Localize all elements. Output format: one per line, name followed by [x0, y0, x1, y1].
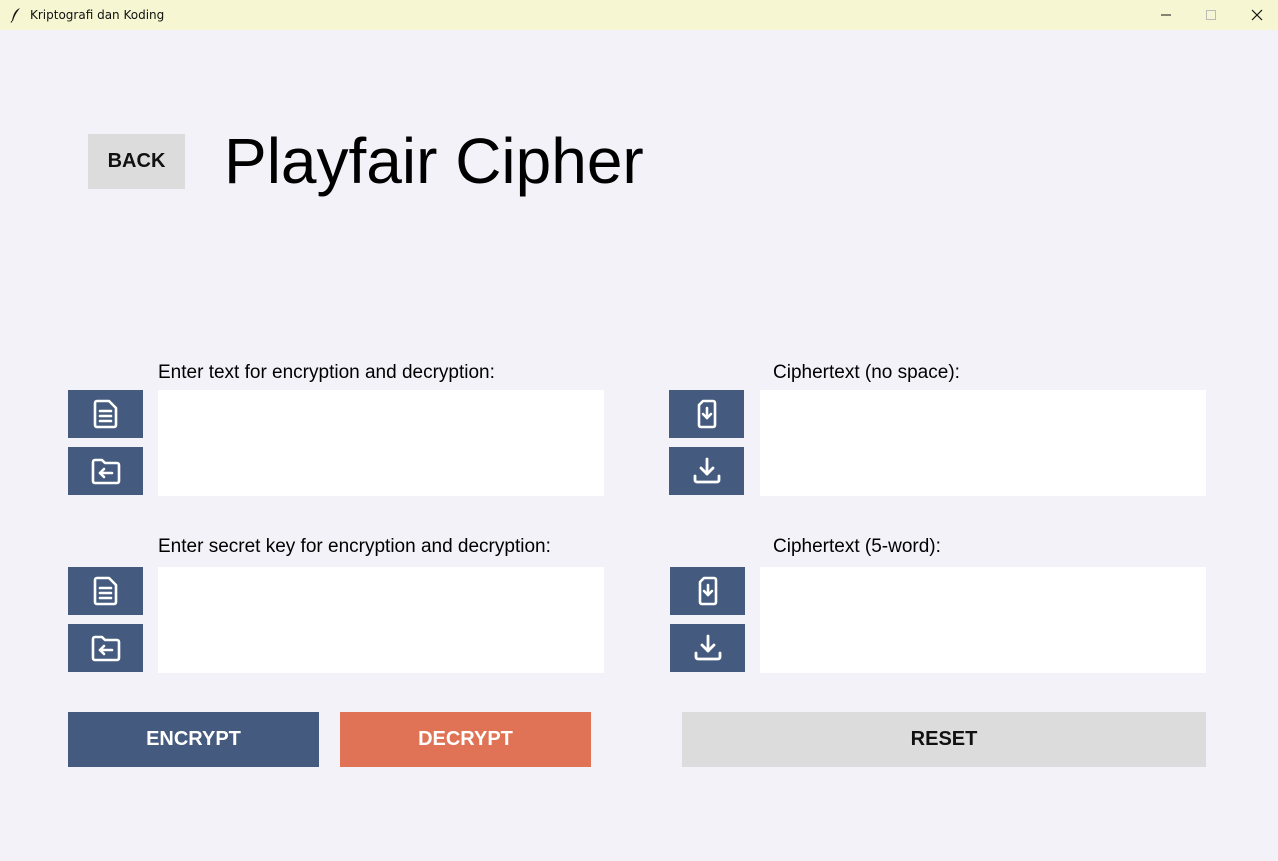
minimize-icon — [1161, 14, 1171, 16]
document-icon — [93, 576, 117, 606]
folder-open-icon — [91, 458, 120, 485]
close-button[interactable] — [1234, 0, 1278, 30]
file-download-icon — [698, 576, 717, 606]
open-key-file-button[interactable] — [68, 624, 143, 672]
ciphertext-nospace-field[interactable] — [760, 390, 1206, 496]
ciphertext-nospace-label: Ciphertext (no space): — [773, 362, 960, 383]
open-text-file-button[interactable] — [68, 447, 143, 495]
download-icon — [694, 634, 721, 661]
file-download-icon — [697, 399, 716, 429]
download-fiveword-button[interactable] — [670, 624, 745, 672]
save-nospace-file-button[interactable] — [669, 390, 744, 438]
save-fiveword-file-button[interactable] — [670, 567, 745, 615]
load-key-button[interactable] — [68, 567, 143, 615]
minimize-button[interactable] — [1143, 0, 1189, 30]
maximize-icon — [1206, 10, 1216, 20]
document-icon — [93, 399, 117, 429]
window-title: Kriptografi dan Koding — [30, 8, 165, 22]
reset-button[interactable]: RESET — [682, 712, 1206, 767]
decrypt-button[interactable]: DECRYPT — [340, 712, 591, 767]
folder-open-icon — [91, 635, 120, 662]
feather-icon — [10, 8, 20, 23]
ciphertext-fiveword-label: Ciphertext (5-word): — [773, 536, 941, 557]
text-input-field[interactable] — [158, 390, 604, 496]
key-input-field[interactable] — [158, 567, 604, 673]
page-title: Playfair Cipher — [224, 125, 644, 197]
load-text-button[interactable] — [68, 390, 143, 438]
maximize-button[interactable] — [1188, 0, 1234, 30]
close-icon — [1251, 9, 1263, 21]
window-titlebar: Kriptografi dan Koding — [0, 0, 1278, 30]
back-button[interactable]: BACK — [88, 134, 185, 189]
ciphertext-fiveword-field[interactable] — [760, 567, 1206, 673]
download-nospace-button[interactable] — [669, 447, 744, 495]
encrypt-button[interactable]: ENCRYPT — [68, 712, 319, 767]
key-input-label: Enter secret key for encryption and decr… — [158, 536, 551, 557]
main-content: BACK Playfair Cipher Enter text for encr… — [0, 30, 1278, 861]
download-icon — [693, 457, 720, 484]
text-input-label: Enter text for encryption and decryption… — [158, 362, 495, 383]
